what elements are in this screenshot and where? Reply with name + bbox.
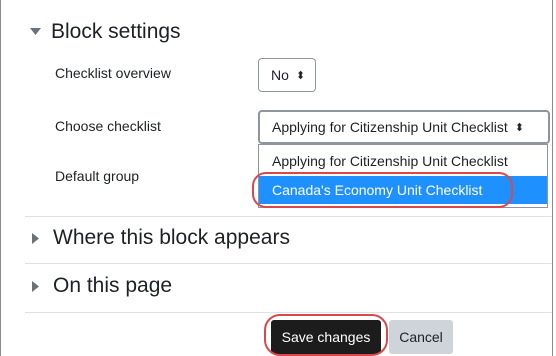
sort-arrows-icon: ⬍ — [514, 121, 524, 134]
cancel-button[interactable]: Cancel — [389, 320, 453, 354]
dropdown-option[interactable]: Applying for Citizenship Unit Checklist — [259, 147, 547, 175]
checklist-overview-select[interactable]: No ⬍ — [258, 58, 316, 92]
choose-checklist-value: Applying for Citizenship Unit Checklist — [272, 119, 508, 135]
section-divider — [25, 216, 552, 217]
save-changes-button[interactable]: Save changes — [271, 320, 381, 354]
on-this-page-title[interactable]: On this page — [53, 274, 172, 298]
checklist-overview-value: No — [271, 67, 289, 83]
caret-right-icon[interactable] — [32, 281, 39, 292]
where-block-appears-title[interactable]: Where this block appears — [53, 226, 290, 250]
checklist-overview-label: Checklist overview — [55, 65, 171, 81]
caret-right-icon[interactable] — [32, 233, 39, 244]
choose-checklist-dropdown: Applying for Citizenship Unit Checklist … — [258, 144, 548, 208]
section-divider — [25, 312, 552, 313]
dropdown-option-highlighted[interactable]: Canada's Economy Unit Checklist — [259, 176, 547, 204]
settings-panel: Block settings Checklist overview No ⬍ C… — [0, 0, 553, 356]
default-group-label: Default group — [55, 168, 140, 184]
choose-checklist-label: Choose checklist — [55, 118, 161, 134]
choose-checklist-select[interactable]: Applying for Citizenship Unit Checklist … — [258, 110, 550, 144]
caret-down-icon[interactable] — [30, 28, 41, 36]
sort-arrows-icon: ⬍ — [295, 69, 306, 82]
section-divider — [25, 263, 552, 264]
block-settings-title[interactable]: Block settings — [51, 20, 181, 44]
